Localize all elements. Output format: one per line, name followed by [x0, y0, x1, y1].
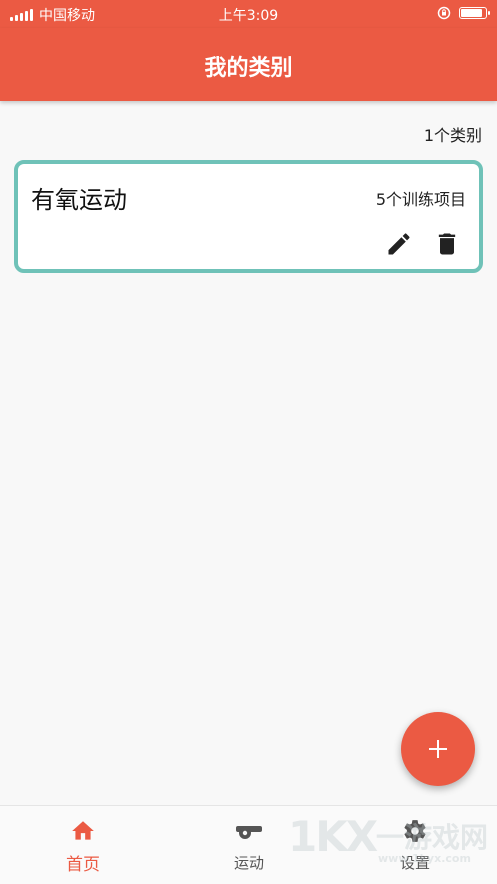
category-name: 有氧运动	[31, 186, 127, 214]
category-card[interactable]: 有氧运动 5个训练项目	[14, 160, 483, 273]
battery-icon	[459, 7, 490, 19]
add-category-button[interactable]	[401, 712, 475, 786]
battery-fill	[461, 9, 482, 17]
exercise-count: 5个训练项目	[375, 190, 466, 209]
watermark-mark: 1KX	[288, 812, 378, 861]
card-actions	[385, 230, 461, 258]
status-bar: 中国移动 上午3:09	[0, 0, 497, 28]
orientation-lock-icon	[437, 6, 451, 20]
tab-home[interactable]: 首页	[0, 806, 166, 884]
trash-icon[interactable]	[433, 230, 461, 258]
status-time: 上午3:09	[218, 8, 279, 24]
watermark-logo: 1KX 一游戏网 www.1kyx.com	[286, 812, 497, 872]
page-title: 我的类别	[204, 56, 293, 81]
category-count: 1个类别	[423, 126, 482, 145]
app-bar: 我的类别	[0, 28, 497, 101]
home-icon	[72, 821, 94, 840]
status-right	[437, 6, 490, 20]
watermark-url: www.1kyx.com	[378, 852, 471, 865]
pencil-icon[interactable]	[385, 230, 413, 258]
watermark-text: 一游戏网	[376, 821, 489, 854]
plus-icon	[429, 740, 447, 758]
whistle-icon	[236, 826, 262, 839]
tab-home-label: 首页	[66, 855, 100, 875]
